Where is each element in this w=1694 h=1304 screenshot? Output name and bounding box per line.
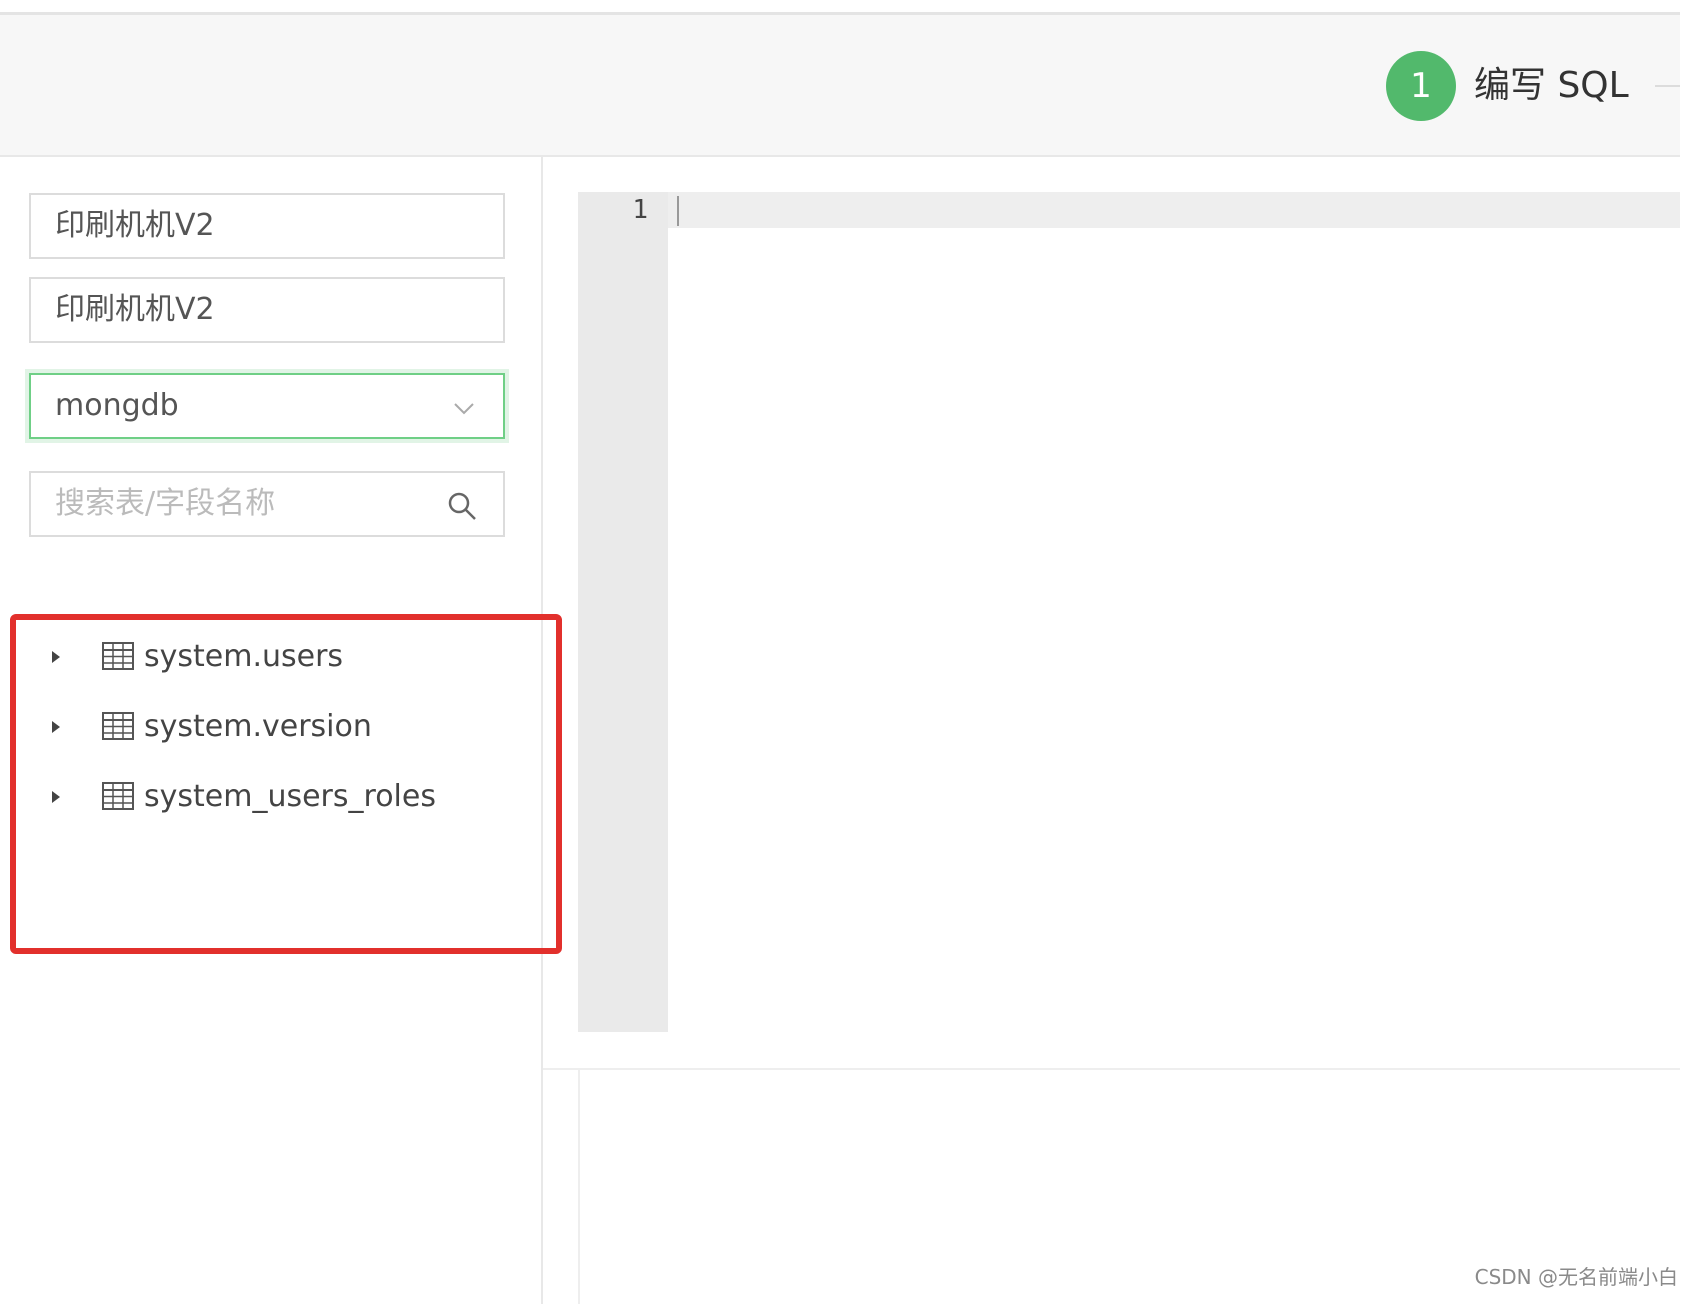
search-icon[interactable] bbox=[447, 491, 477, 521]
datasource-select[interactable]: mongdb bbox=[29, 373, 505, 439]
editor-active-line[interactable] bbox=[668, 192, 1680, 228]
table-name: system.version bbox=[144, 709, 372, 744]
dataset-field-value: 印刷机机V2 bbox=[55, 292, 215, 327]
caret-right-icon[interactable] bbox=[50, 719, 62, 735]
step-label: 编写 SQL bbox=[1474, 65, 1629, 106]
editor-result-divider bbox=[543, 1068, 1680, 1070]
sql-code-editor[interactable]: 1 bbox=[578, 192, 1680, 1032]
table-tree-item[interactable]: system.users bbox=[44, 632, 524, 682]
project-field[interactable]: 印刷机机V2 bbox=[29, 193, 505, 259]
datasource-select-value: mongdb bbox=[55, 388, 179, 423]
table-search-input[interactable]: 搜索表/字段名称 bbox=[29, 471, 505, 537]
watermark: CSDN @无名前端小白 bbox=[1474, 1265, 1678, 1289]
table-tree-item[interactable]: system_users_roles bbox=[44, 772, 524, 822]
line-number: 1 bbox=[632, 195, 648, 225]
step-header: 1 编写 SQL bbox=[0, 15, 1680, 157]
editor-gutter: 1 bbox=[578, 192, 668, 1032]
table-icon bbox=[102, 642, 134, 670]
table-tree-item[interactable]: system.version bbox=[44, 702, 524, 752]
table-name: system_users_roles bbox=[144, 779, 436, 814]
table-search-placeholder: 搜索表/字段名称 bbox=[55, 486, 276, 521]
step-connector-line bbox=[1655, 85, 1680, 87]
chevron-down-icon bbox=[454, 403, 474, 415]
sql-editor-page: 1 编写 SQL 印刷机机V2 印刷机机V2 mongdb 搜索表/字段名称 s… bbox=[0, 0, 1694, 1304]
text-cursor bbox=[677, 196, 679, 226]
result-panel-border bbox=[578, 1070, 580, 1304]
caret-right-icon[interactable] bbox=[50, 789, 62, 805]
table-icon bbox=[102, 712, 134, 740]
project-field-value: 印刷机机V2 bbox=[55, 208, 215, 243]
step-number-badge: 1 bbox=[1386, 51, 1456, 121]
table-name: system.users bbox=[144, 639, 344, 674]
table-icon bbox=[102, 782, 134, 810]
caret-right-icon[interactable] bbox=[50, 649, 62, 665]
dataset-field[interactable]: 印刷机机V2 bbox=[29, 277, 505, 343]
